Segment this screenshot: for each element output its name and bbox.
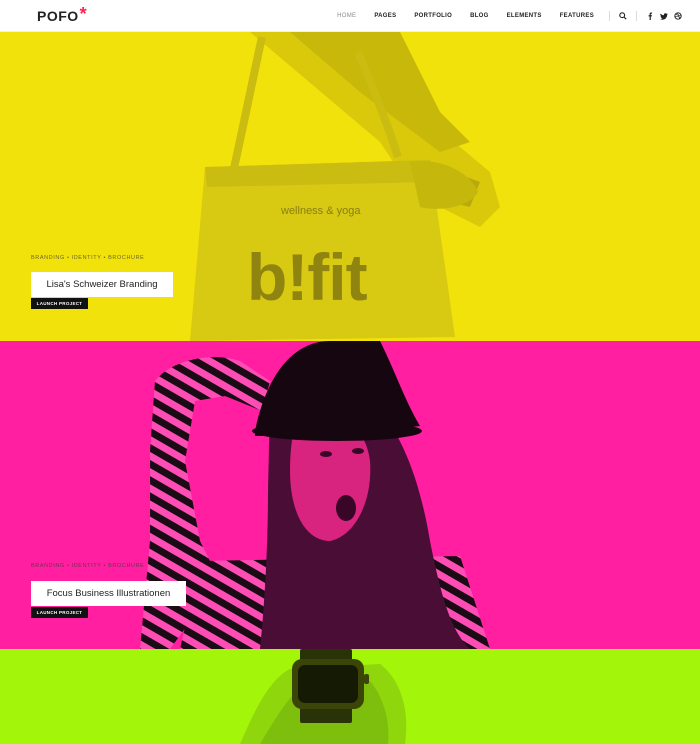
project-meta: BRANDING • IDENTITY • BROCHURE [31, 563, 145, 569]
nav-pages[interactable]: PAGES [365, 13, 405, 19]
launch-project-button[interactable]: LAUNCH PROJECT [31, 607, 88, 618]
project-title[interactable]: Lisa's Schweizer Branding [31, 272, 173, 297]
nav-blog[interactable]: BLOG [461, 13, 498, 19]
logo[interactable]: POFO * [37, 4, 88, 24]
search-icon[interactable] [616, 9, 630, 23]
nav-divider [636, 11, 637, 21]
nav-elements[interactable]: ELEMENTS [498, 13, 551, 19]
project-meta: BRANDING • IDENTITY • BROCHURE [31, 255, 145, 261]
nav-portfolio[interactable]: PORTFOLIO [405, 13, 461, 19]
smartwatch-photo [240, 649, 407, 744]
twitter-icon[interactable] [657, 9, 671, 23]
bag-tagline: wellness & yoga [281, 205, 361, 217]
project-section-lisa: wellness & yoga b!fit BRANDING • IDENTIT… [0, 32, 700, 341]
logo-mark: * [79, 4, 88, 24]
project-section-watch [0, 649, 700, 744]
site-header: POFO * HOME PAGES PORTFOLIO BLOG ELEMENTS… [0, 0, 700, 32]
project-section-focus: BRANDING • IDENTITY • BROCHURE Focus Bus… [0, 341, 700, 649]
bag-logo: b!fit [247, 240, 368, 314]
launch-project-button[interactable]: LAUNCH PROJECT [31, 298, 88, 309]
nav-divider [609, 11, 610, 21]
facebook-icon[interactable] [643, 9, 657, 23]
dribbble-icon[interactable] [671, 9, 685, 23]
logo-text: POFO [37, 8, 79, 24]
nav-features[interactable]: FEATURES [551, 13, 603, 19]
project-title[interactable]: Focus Business Illustrationen [31, 581, 186, 606]
nav-home[interactable]: HOME [328, 13, 365, 19]
main-nav: HOME PAGES PORTFOLIO BLOG ELEMENTS FEATU… [328, 0, 685, 32]
